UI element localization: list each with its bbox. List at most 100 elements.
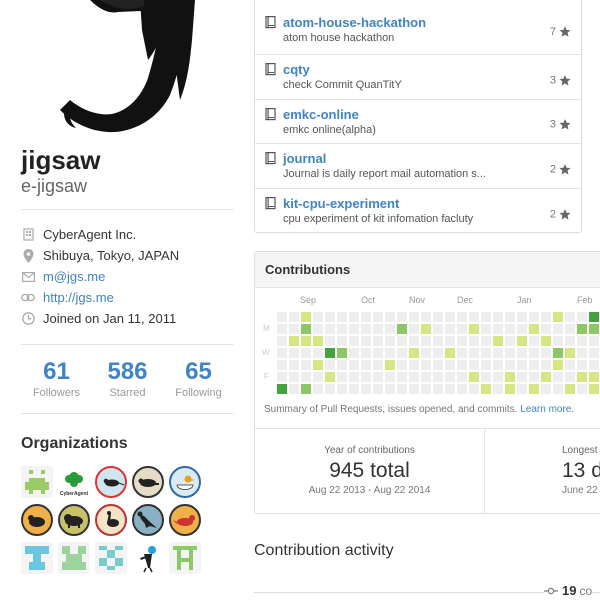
calendar-day[interactable]	[421, 324, 431, 334]
calendar-day[interactable]	[301, 324, 311, 334]
calendar-day[interactable]	[469, 336, 479, 346]
org-pixel-lime[interactable]	[169, 542, 201, 574]
calendar-day[interactable]	[313, 348, 323, 358]
calendar-day[interactable]	[505, 384, 515, 394]
calendar-day[interactable]	[361, 384, 371, 394]
calendar-day[interactable]	[349, 360, 359, 370]
calendar-day[interactable]	[457, 372, 467, 382]
calendar-day[interactable]	[505, 324, 515, 334]
calendar-day[interactable]	[565, 336, 575, 346]
calendar-day[interactable]	[337, 336, 347, 346]
calendar-day[interactable]	[361, 372, 371, 382]
calendar-day[interactable]	[373, 372, 383, 382]
calendar-day[interactable]	[517, 372, 527, 382]
calendar-day[interactable]	[457, 312, 467, 322]
calendar-day[interactable]	[409, 324, 419, 334]
calendar-day[interactable]	[313, 324, 323, 334]
calendar-day[interactable]	[277, 348, 287, 358]
calendar-day[interactable]	[373, 348, 383, 358]
calendar-day[interactable]	[565, 360, 575, 370]
calendar-day[interactable]	[409, 372, 419, 382]
calendar-day[interactable]	[349, 312, 359, 322]
calendar-day[interactable]	[397, 324, 407, 334]
calendar-day[interactable]	[313, 336, 323, 346]
calendar-day[interactable]	[541, 384, 551, 394]
calendar-day[interactable]	[277, 312, 287, 322]
calendar-day[interactable]	[517, 312, 527, 322]
calendar-day[interactable]	[361, 360, 371, 370]
calendar-day[interactable]	[529, 324, 539, 334]
calendar-day[interactable]	[493, 324, 503, 334]
calendar-day[interactable]	[445, 312, 455, 322]
calendar-day[interactable]	[517, 336, 527, 346]
calendar-day[interactable]	[397, 336, 407, 346]
calendar-day[interactable]	[325, 348, 335, 358]
org-cyberagent[interactable]: CyberAgent	[58, 466, 90, 498]
calendar-day[interactable]	[469, 348, 479, 358]
calendar-day[interactable]	[457, 324, 467, 334]
calendar-day[interactable]	[517, 384, 527, 394]
calendar-day[interactable]	[409, 360, 419, 370]
calendar-day[interactable]	[421, 372, 431, 382]
calendar-day[interactable]	[493, 384, 503, 394]
calendar-day[interactable]	[349, 336, 359, 346]
calendar-day[interactable]	[337, 348, 347, 358]
calendar-day[interactable]	[517, 348, 527, 358]
calendar-day[interactable]	[301, 372, 311, 382]
calendar-day[interactable]	[481, 360, 491, 370]
calendar-day[interactable]	[553, 360, 563, 370]
calendar-day[interactable]	[529, 348, 539, 358]
calendar-day[interactable]	[481, 312, 491, 322]
calendar-day[interactable]	[445, 384, 455, 394]
learn-more-link[interactable]: Learn more.	[520, 404, 574, 415]
repo-item[interactable]: emkc-online emkc online(alpha) 3	[255, 98, 581, 144]
calendar-day[interactable]	[301, 348, 311, 358]
calendar-day[interactable]	[577, 324, 587, 334]
org-round-capybara[interactable]	[21, 504, 53, 536]
calendar-day[interactable]	[481, 384, 491, 394]
calendar-day[interactable]	[457, 360, 467, 370]
calendar-day[interactable]	[325, 384, 335, 394]
repo-item[interactable]: cqty check Commit QuanTitY 3	[255, 54, 581, 99]
calendar-day[interactable]	[589, 348, 599, 358]
stat-starred[interactable]: 586 Starred	[92, 358, 163, 400]
calendar-day[interactable]	[517, 324, 527, 334]
repo-name[interactable]: kit-cpu-experiment	[283, 195, 399, 212]
calendar-day[interactable]	[433, 336, 443, 346]
calendar-day[interactable]	[529, 312, 539, 322]
calendar-day[interactable]	[325, 372, 335, 382]
calendar-day[interactable]	[541, 324, 551, 334]
calendar-day[interactable]	[529, 360, 539, 370]
calendar-day[interactable]	[433, 372, 443, 382]
calendar-day[interactable]	[301, 336, 311, 346]
org-pixel-cyan[interactable]	[21, 542, 53, 574]
calendar-day[interactable]	[553, 348, 563, 358]
calendar-day[interactable]	[505, 372, 515, 382]
calendar-day[interactable]	[289, 372, 299, 382]
org-round-bison[interactable]	[58, 504, 90, 536]
calendar-day[interactable]	[433, 324, 443, 334]
repo-name[interactable]: journal	[283, 150, 326, 167]
stat-followers[interactable]: 61 Followers	[21, 358, 92, 400]
calendar-day[interactable]	[577, 336, 587, 346]
calendar-day[interactable]	[385, 324, 395, 334]
calendar-day[interactable]	[409, 336, 419, 346]
calendar-day[interactable]	[325, 360, 335, 370]
calendar-day[interactable]	[577, 384, 587, 394]
calendar-day[interactable]	[445, 324, 455, 334]
calendar-day[interactable]	[349, 348, 359, 358]
calendar-day[interactable]	[337, 360, 347, 370]
calendar-day[interactable]	[469, 372, 479, 382]
calendar-day[interactable]	[277, 384, 287, 394]
calendar-day[interactable]	[577, 348, 587, 358]
calendar-day[interactable]	[361, 336, 371, 346]
calendar-day[interactable]	[481, 324, 491, 334]
calendar-day[interactable]	[457, 384, 467, 394]
calendar-day[interactable]	[505, 360, 515, 370]
calendar-day[interactable]	[529, 372, 539, 382]
calendar-day[interactable]	[505, 336, 515, 346]
calendar-day[interactable]	[313, 384, 323, 394]
org-pixel-green[interactable]	[21, 466, 53, 498]
calendar-day[interactable]	[289, 348, 299, 358]
org-round-beaver[interactable]	[132, 466, 164, 498]
